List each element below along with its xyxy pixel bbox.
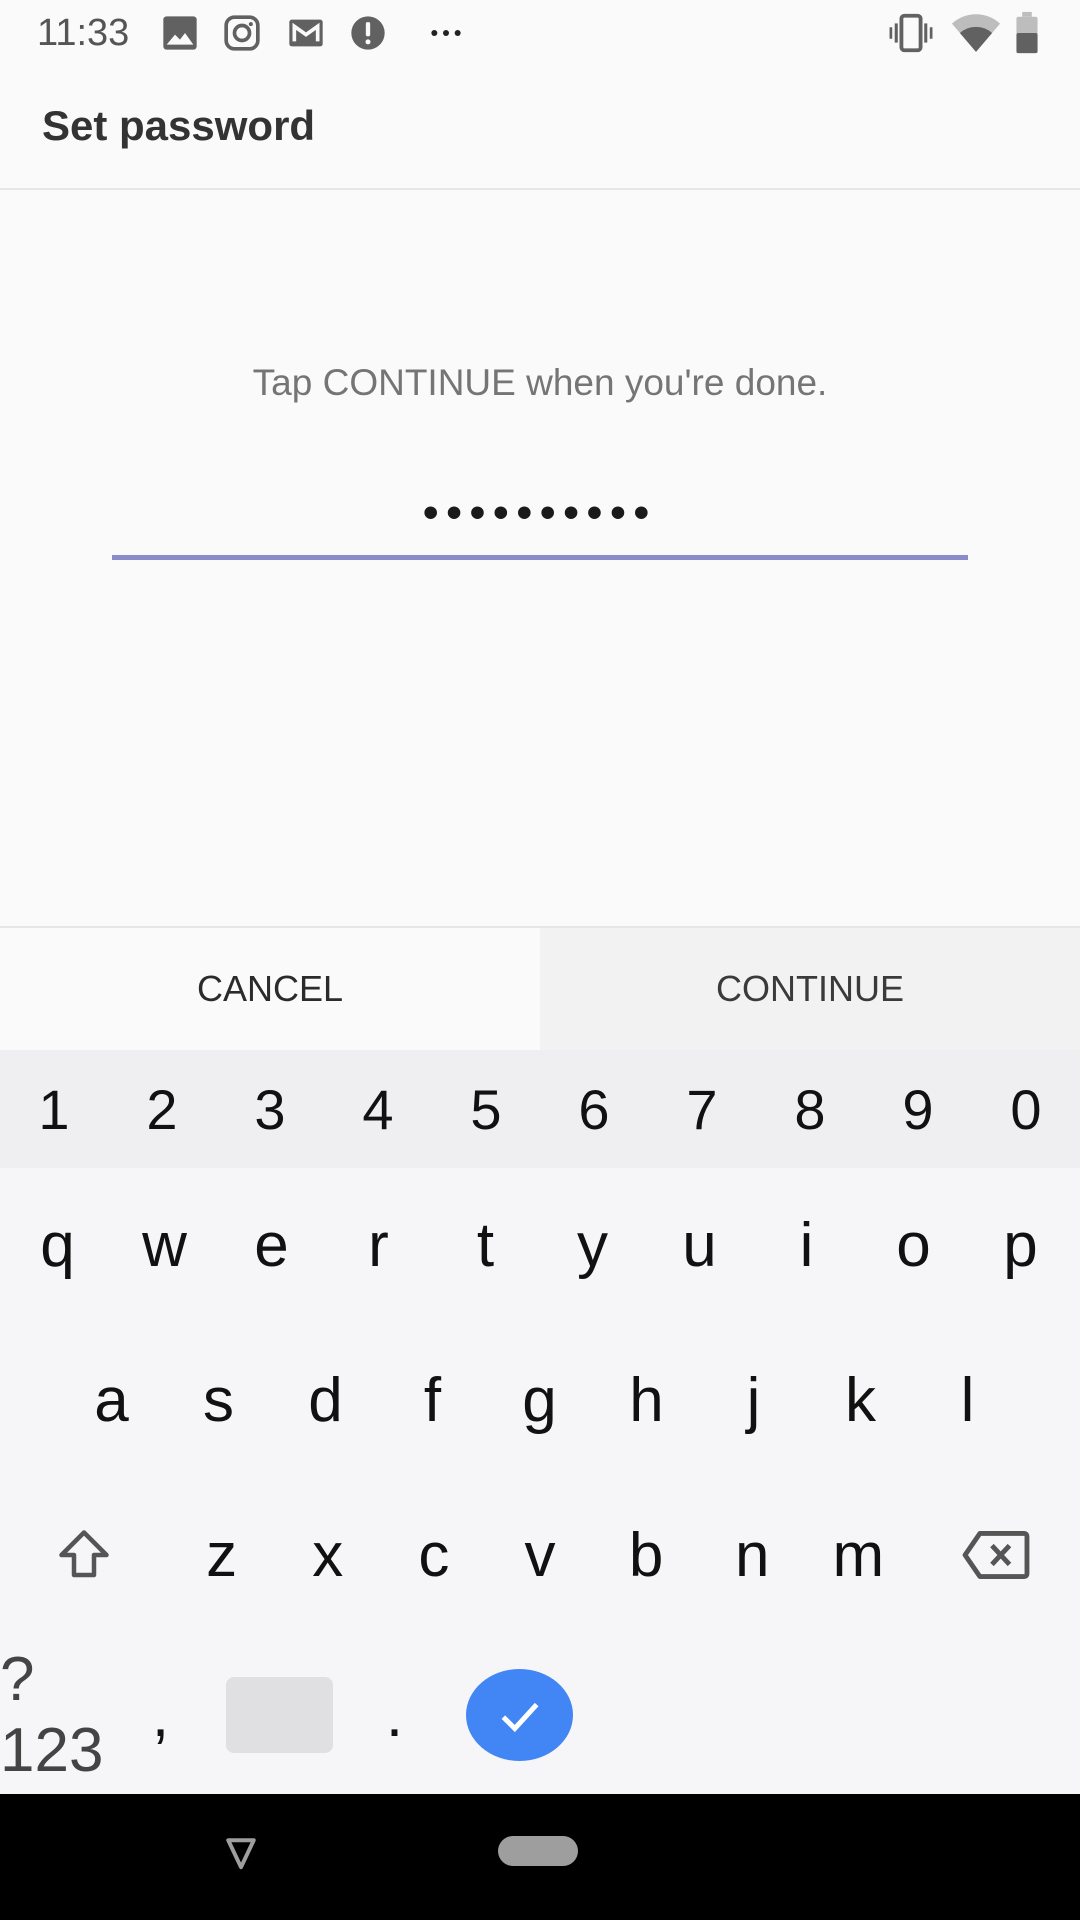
key-k[interactable]: k: [807, 1330, 914, 1470]
key-g[interactable]: g: [486, 1330, 593, 1470]
key-e[interactable]: e: [218, 1180, 325, 1310]
key-5[interactable]: 5: [432, 1050, 540, 1168]
key-w[interactable]: w: [111, 1180, 218, 1310]
comma-key[interactable]: ,: [107, 1680, 214, 1751]
status-time: 11:33: [37, 12, 130, 54]
period-key[interactable]: .: [341, 1680, 448, 1751]
battery-icon: [1016, 11, 1038, 54]
key-t[interactable]: t: [432, 1180, 539, 1310]
key-a[interactable]: a: [58, 1330, 165, 1470]
shift-key[interactable]: [0, 1480, 169, 1630]
password-input[interactable]: ••••••••••: [112, 480, 968, 560]
key-s[interactable]: s: [165, 1330, 272, 1470]
key-h[interactable]: h: [593, 1330, 700, 1470]
key-p[interactable]: p: [967, 1180, 1074, 1310]
key-x[interactable]: x: [275, 1480, 381, 1630]
image-icon: [163, 16, 197, 50]
key-j[interactable]: j: [700, 1330, 807, 1470]
key-i[interactable]: i: [753, 1180, 860, 1310]
shift-icon: [59, 1530, 110, 1578]
key-v[interactable]: v: [487, 1480, 593, 1630]
key-d[interactable]: d: [272, 1330, 379, 1470]
enter-key[interactable]: [466, 1669, 573, 1761]
soft-keyboard: 1 2 3 4 5 6 7 8 9 0 q w e r t y u i o p …: [0, 1050, 1080, 1794]
continue-button[interactable]: CONTINUE: [540, 928, 1080, 1050]
content-area: Tap CONTINUE when you're done. •••••••••…: [0, 190, 1080, 926]
alert-icon: [351, 16, 385, 50]
app-bar: Set password: [0, 66, 1080, 190]
key-2[interactable]: 2: [108, 1050, 216, 1168]
key-3[interactable]: 3: [216, 1050, 324, 1168]
key-y[interactable]: y: [539, 1180, 646, 1310]
key-l[interactable]: l: [914, 1330, 1021, 1470]
symbols-key[interactable]: ?123: [0, 1644, 107, 1786]
key-m[interactable]: m: [805, 1480, 911, 1630]
back-icon[interactable]: [224, 1836, 258, 1870]
wifi-icon: [951, 14, 1001, 52]
key-9[interactable]: 9: [864, 1050, 972, 1168]
key-8[interactable]: 8: [756, 1050, 864, 1168]
key-u[interactable]: u: [646, 1180, 753, 1310]
home-icon[interactable]: [498, 1836, 578, 1866]
backspace-icon: [962, 1531, 1030, 1579]
key-r[interactable]: r: [325, 1180, 432, 1310]
keyboard-row-zxcv: z x c v b n m: [0, 1480, 1080, 1630]
key-6[interactable]: 6: [540, 1050, 648, 1168]
navigation-bar: [0, 1794, 1080, 1920]
key-0[interactable]: 0: [972, 1050, 1080, 1168]
status-bar: 11:33: [0, 0, 1080, 66]
checkmark-icon: [501, 1702, 539, 1733]
password-masked-value: ••••••••••: [422, 488, 658, 537]
key-c[interactable]: c: [381, 1480, 487, 1630]
dialog-actions: CANCEL CONTINUE: [0, 926, 1080, 1050]
more-notifications-icon: [431, 30, 461, 36]
instagram-icon: [224, 15, 260, 51]
gmail-icon: [289, 19, 323, 47]
keyboard-row-asdf: a s d f g h j k l: [58, 1330, 1024, 1470]
vibrate-icon: [889, 13, 933, 53]
keyboard-row-bottom: ?123 , .: [0, 1645, 1080, 1785]
key-z[interactable]: z: [169, 1480, 275, 1630]
key-f[interactable]: f: [379, 1330, 486, 1470]
keyboard-row-qwerty: q w e r t y u i o p: [4, 1180, 1076, 1310]
instruction-text: Tap CONTINUE when you're done.: [252, 362, 828, 403]
page-title: Set password: [42, 102, 316, 149]
key-7[interactable]: 7: [648, 1050, 756, 1168]
backspace-key[interactable]: [911, 1480, 1080, 1630]
keyboard-number-row: 1 2 3 4 5 6 7 8 9 0: [0, 1050, 1080, 1168]
key-o[interactable]: o: [860, 1180, 967, 1310]
key-q[interactable]: q: [4, 1180, 111, 1310]
space-key[interactable]: [226, 1677, 333, 1753]
key-4[interactable]: 4: [324, 1050, 432, 1168]
key-b[interactable]: b: [593, 1480, 699, 1630]
key-1[interactable]: 1: [0, 1050, 108, 1168]
key-n[interactable]: n: [699, 1480, 805, 1630]
cancel-button[interactable]: CANCEL: [0, 928, 540, 1050]
